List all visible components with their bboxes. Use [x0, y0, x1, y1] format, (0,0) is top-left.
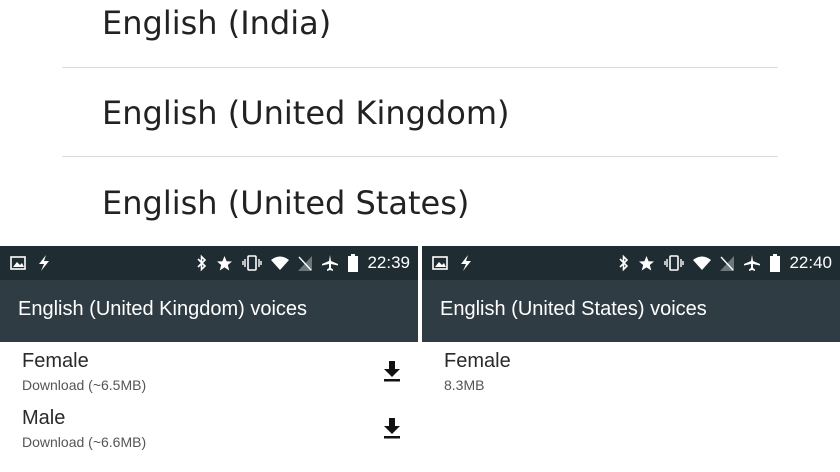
no-sim-icon — [720, 255, 735, 271]
voice-item-female[interactable]: Female Download (~6.5MB) — [22, 350, 146, 393]
vibrate-icon — [242, 255, 263, 271]
voice-size: Download (~6.6MB) — [22, 434, 147, 450]
language-item-english-uk[interactable]: English (United Kingdom) — [102, 94, 510, 132]
image-icon — [432, 256, 448, 270]
image-icon — [10, 256, 26, 270]
bluetooth-icon — [619, 254, 629, 272]
battery-icon — [348, 254, 359, 272]
wifi-icon — [271, 256, 290, 271]
flash-icon — [458, 254, 474, 272]
uk-voices-screen: 22:39 English (United Kingdom) voices Fe… — [0, 246, 418, 472]
wifi-icon — [693, 256, 712, 271]
language-list: English (India) English (United Kingdom)… — [0, 0, 840, 246]
app-bar: English (United States) voices — [422, 280, 840, 342]
voice-name: Female — [22, 350, 89, 372]
page-title: English (United Kingdom) voices — [18, 298, 308, 320]
status-bar: 22:39 — [0, 246, 418, 280]
flash-icon — [36, 254, 52, 272]
bluetooth-icon — [197, 254, 207, 272]
voice-name: Female — [444, 350, 511, 372]
no-sim-icon — [298, 255, 313, 271]
divider — [62, 156, 778, 157]
app-bar: English (United Kingdom) voices — [0, 280, 418, 342]
page-title: English (United States) voices — [440, 298, 707, 320]
status-time: 22:40 — [789, 253, 832, 272]
star-icon — [216, 255, 233, 272]
star-icon — [638, 255, 655, 272]
download-icon[interactable] — [382, 417, 402, 439]
status-bar: 22:40 — [422, 246, 840, 280]
status-time: 22:39 — [367, 253, 410, 272]
airplane-icon — [321, 254, 339, 272]
battery-icon — [770, 254, 781, 272]
language-item-english-us[interactable]: English (United States) — [102, 184, 469, 222]
voice-name: Male — [22, 407, 66, 429]
airplane-icon — [743, 254, 761, 272]
voice-size: Download (~6.5MB) — [22, 377, 147, 393]
vibrate-icon — [664, 255, 685, 271]
voice-size: 8.3MB — [444, 377, 485, 393]
voice-item-female[interactable]: Female 8.3MB — [444, 350, 511, 393]
download-icon[interactable] — [382, 360, 402, 382]
us-voices-screen: 22:40 English (United States) voices Fem… — [422, 246, 840, 472]
voice-item-male[interactable]: Male Download (~6.6MB) — [22, 407, 146, 450]
divider — [62, 67, 778, 68]
language-item-english-india[interactable]: English (India) — [102, 4, 331, 42]
